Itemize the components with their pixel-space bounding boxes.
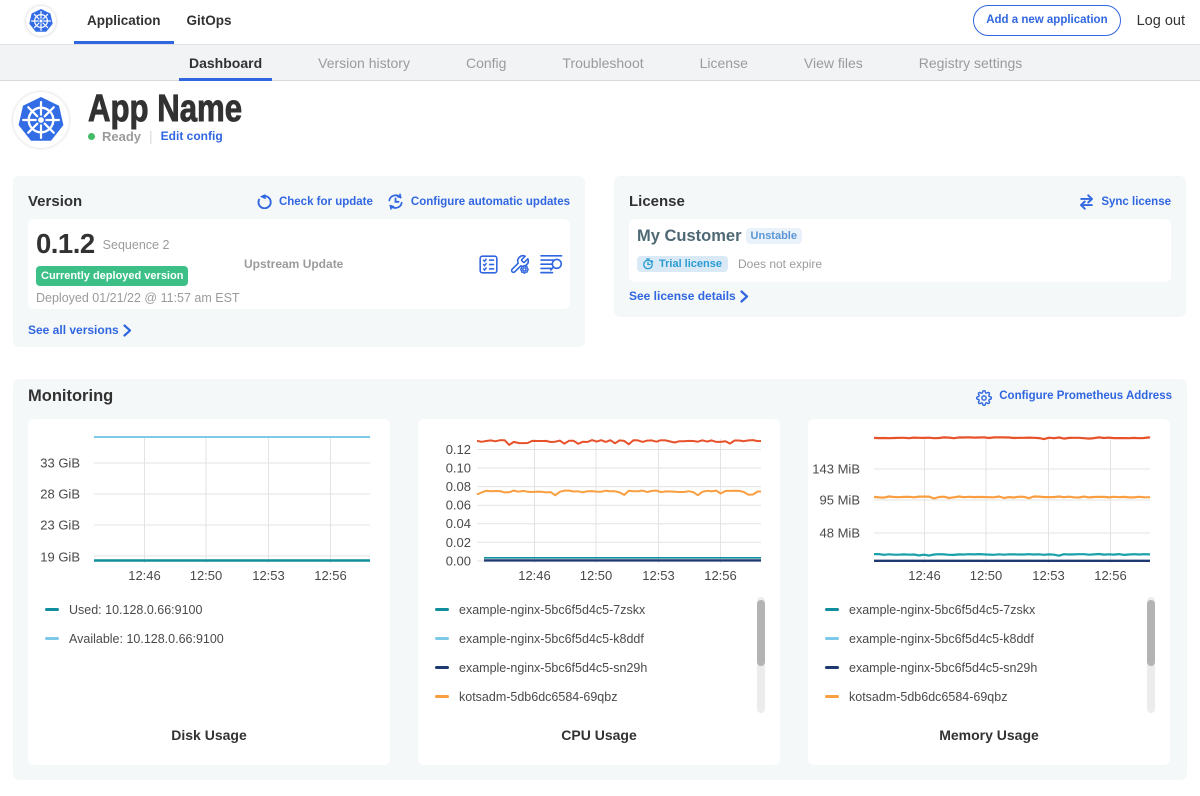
svg-text:12:46: 12:46 bbox=[518, 568, 551, 583]
svg-text:23 GiB: 23 GiB bbox=[40, 518, 80, 533]
svg-text:0.02: 0.02 bbox=[446, 535, 471, 550]
svg-text:0.00: 0.00 bbox=[446, 553, 471, 568]
svg-text:19 GiB: 19 GiB bbox=[40, 550, 80, 565]
svg-text:143 MiB: 143 MiB bbox=[812, 462, 860, 477]
svg-text:48 MiB: 48 MiB bbox=[820, 526, 860, 541]
svg-text:0.12: 0.12 bbox=[446, 442, 471, 457]
svg-text:0.08: 0.08 bbox=[446, 479, 471, 494]
svg-text:12:53: 12:53 bbox=[642, 568, 675, 583]
svg-text:12:56: 12:56 bbox=[1094, 568, 1127, 583]
svg-text:12:50: 12:50 bbox=[580, 568, 613, 583]
svg-text:12:56: 12:56 bbox=[704, 568, 737, 583]
svg-text:12:46: 12:46 bbox=[908, 568, 941, 583]
svg-text:12:50: 12:50 bbox=[970, 568, 1003, 583]
svg-text:12:53: 12:53 bbox=[252, 568, 285, 583]
svg-text:33 GiB: 33 GiB bbox=[40, 456, 80, 471]
svg-text:12:50: 12:50 bbox=[190, 568, 223, 583]
svg-text:95 MiB: 95 MiB bbox=[820, 493, 860, 508]
svg-text:0.10: 0.10 bbox=[446, 461, 471, 476]
svg-text:12:56: 12:56 bbox=[314, 568, 347, 583]
svg-text:28 GiB: 28 GiB bbox=[40, 487, 80, 502]
svg-text:12:46: 12:46 bbox=[128, 568, 161, 583]
svg-text:0.06: 0.06 bbox=[446, 498, 471, 513]
svg-text:12:53: 12:53 bbox=[1032, 568, 1065, 583]
svg-text:0.04: 0.04 bbox=[446, 516, 471, 531]
